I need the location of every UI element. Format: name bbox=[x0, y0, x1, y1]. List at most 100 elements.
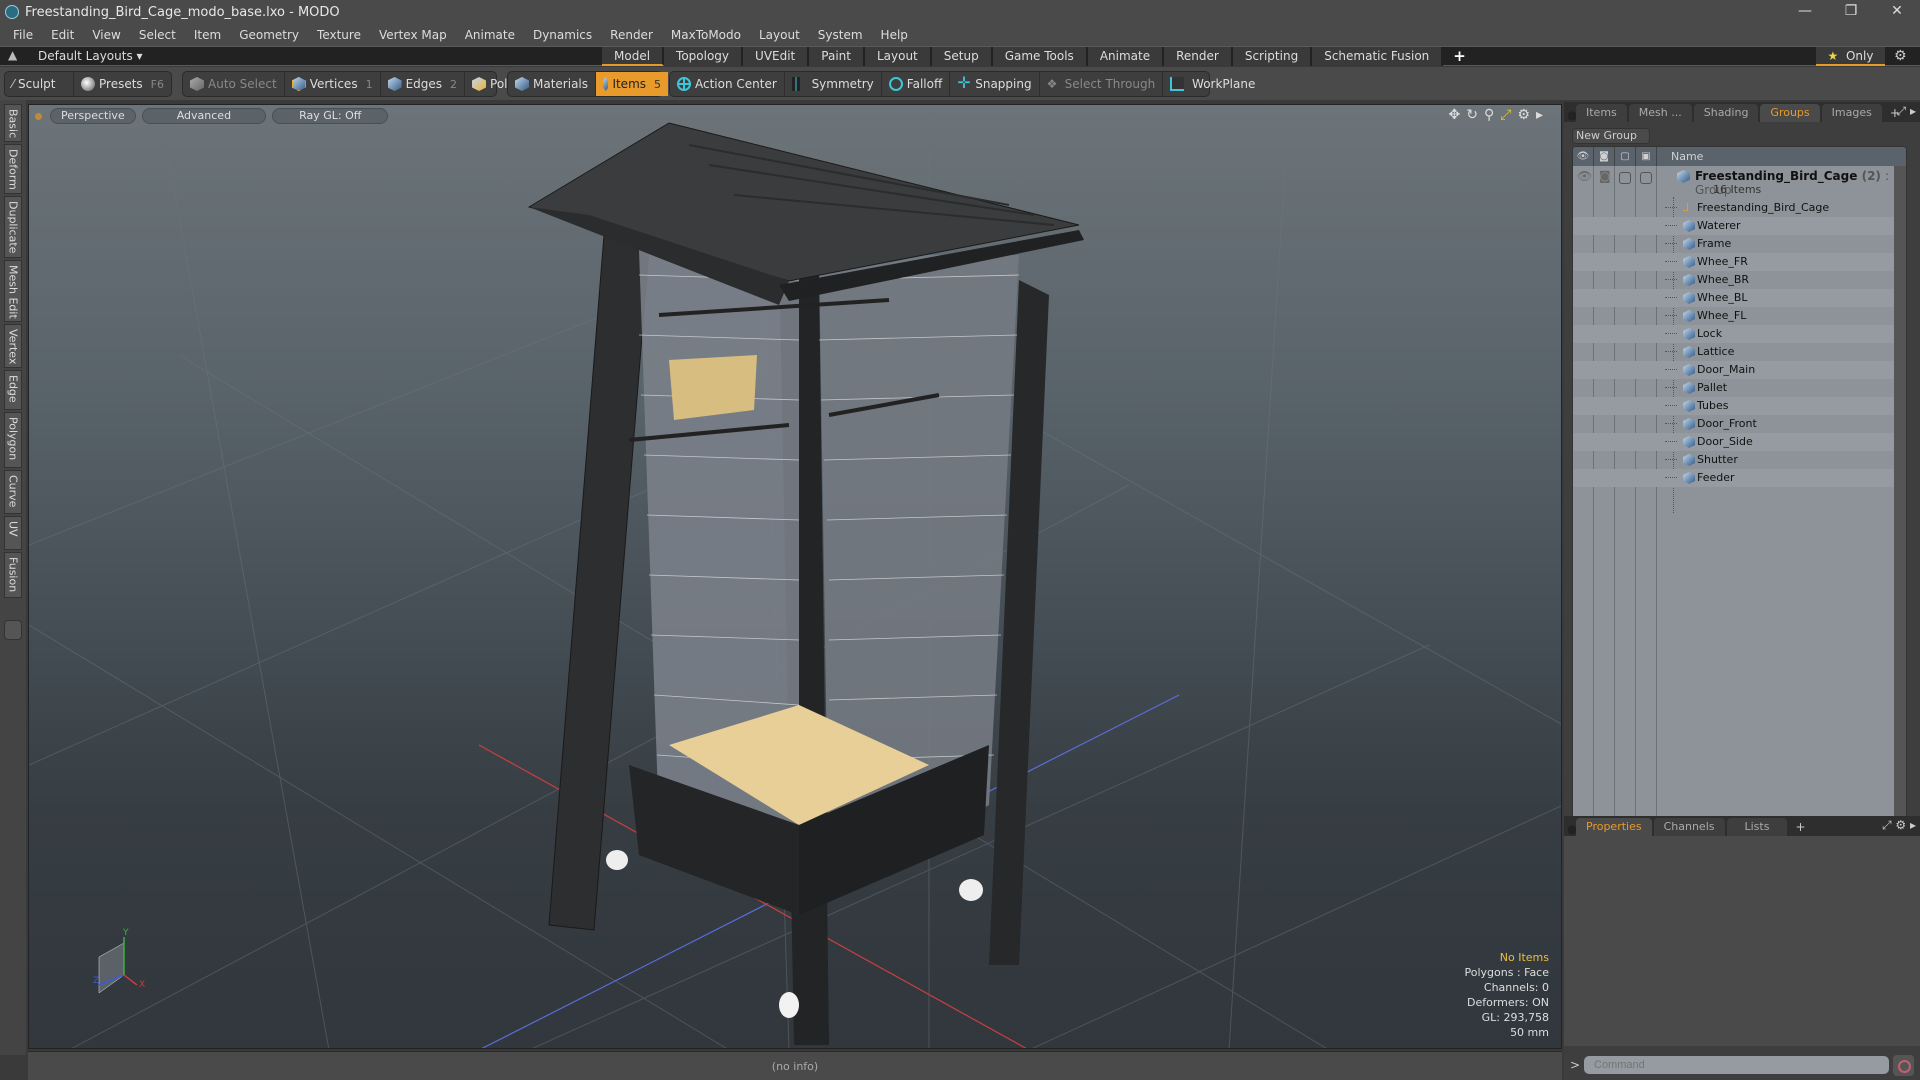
layout-tab-model[interactable]: Model bbox=[602, 47, 665, 66]
collapse-arrow-icon[interactable]: ▲ bbox=[8, 48, 17, 62]
visibility-eye-icon[interactable]: 👁 bbox=[1577, 169, 1592, 183]
workplane-button[interactable]: WorkPlane bbox=[1163, 72, 1262, 96]
expand-panel-icon[interactable]: ⤢ ▸ bbox=[1897, 104, 1916, 119]
viewport-settings-icon[interactable]: ⚙ bbox=[1517, 107, 1530, 123]
menu-file[interactable]: File bbox=[4, 28, 42, 42]
add-layout-tab-button[interactable]: + bbox=[1443, 47, 1476, 66]
maximize-button[interactable]: ❐ bbox=[1828, 0, 1874, 24]
menu-view[interactable]: View bbox=[83, 28, 129, 42]
tab-images[interactable]: Images bbox=[1821, 104, 1882, 122]
menu-dynamics[interactable]: Dynamics bbox=[524, 28, 601, 42]
gear-icon[interactable]: ⚙ bbox=[1894, 47, 1907, 66]
tab-duplicate[interactable]: Duplicate bbox=[4, 196, 22, 258]
raygl-toggle[interactable]: Ray GL: Off bbox=[272, 108, 389, 124]
default-layouts-dropdown[interactable]: Default Layouts ▾ bbox=[38, 49, 143, 63]
group-member[interactable]: Shutter bbox=[1573, 451, 1906, 469]
symmetry-button[interactable]: Symmetry bbox=[785, 72, 882, 96]
sidebar-toggle-button[interactable] bbox=[4, 620, 22, 640]
layout-tab-layout[interactable]: Layout bbox=[864, 47, 932, 66]
tab-edge[interactable]: Edge bbox=[4, 370, 22, 410]
select-through-button[interactable]: ❖ Select Through bbox=[1040, 72, 1164, 96]
menu-layout[interactable]: Layout bbox=[750, 28, 809, 42]
layout-tab-schematic-fusion[interactable]: Schematic Fusion bbox=[1312, 47, 1444, 66]
menu-geometry[interactable]: Geometry bbox=[230, 28, 308, 42]
zoom-icon[interactable]: ⚲ bbox=[1484, 107, 1494, 123]
scene-canvas[interactable]: Y X Z bbox=[29, 105, 1562, 1049]
pan-icon[interactable]: ✥ bbox=[1448, 107, 1460, 123]
layout-tab-setup[interactable]: Setup bbox=[931, 47, 993, 66]
tab-vertex[interactable]: Vertex bbox=[4, 324, 22, 368]
only-button[interactable]: ★ Only bbox=[1816, 47, 1885, 66]
tab-shading[interactable]: Shading bbox=[1693, 104, 1759, 122]
layout-tab-topology[interactable]: Topology bbox=[664, 47, 744, 66]
group-member[interactable]: Whee_BL bbox=[1573, 289, 1906, 307]
menu-item[interactable]: Item bbox=[185, 28, 230, 42]
tab-curve[interactable]: Curve bbox=[4, 470, 22, 514]
menu-maxtomodo[interactable]: MaxToModo bbox=[662, 28, 750, 42]
panel-options-icon[interactable]: ⤢ ⚙ ▸ bbox=[1882, 818, 1916, 833]
tab-basic[interactable]: Basic bbox=[4, 104, 22, 142]
group-member[interactable]: Whee_FR bbox=[1573, 253, 1906, 271]
render-toggle-icon[interactable]: ◙ bbox=[1599, 169, 1611, 183]
groups-tree[interactable]: 👁 ◙ ▢ ▣ Name 👁 ◙ Freestanding_Bird_Cage … bbox=[1572, 146, 1907, 906]
layout-tab-render[interactable]: Render bbox=[1164, 47, 1233, 66]
vertices-button[interactable]: Vertices 1 bbox=[285, 72, 381, 96]
group-member[interactable]: Whee_FL bbox=[1573, 307, 1906, 325]
3d-viewport[interactable]: Y X Z Perspective Advanced Ray GL: Off ✥… bbox=[28, 104, 1562, 1049]
select-col-icon[interactable]: ▣ bbox=[1636, 147, 1657, 166]
tab-uv[interactable]: UV bbox=[4, 516, 22, 550]
menu-texture[interactable]: Texture bbox=[308, 28, 370, 42]
visibility-col-icon[interactable]: 👁 bbox=[1573, 147, 1594, 166]
snapping-button[interactable]: ✛ Snapping bbox=[950, 72, 1040, 96]
menu-help[interactable]: Help bbox=[872, 28, 917, 42]
tab-lists[interactable]: Lists bbox=[1726, 818, 1788, 836]
sculpt-button[interactable]: ⁄ Sculpt bbox=[5, 72, 74, 96]
menu-select[interactable]: Select bbox=[130, 28, 185, 42]
tab-items[interactable]: Items bbox=[1576, 104, 1627, 122]
tab-groups[interactable]: Groups bbox=[1760, 104, 1820, 122]
action-center-button[interactable]: Action Center bbox=[670, 72, 785, 96]
materials-button[interactable]: Materials bbox=[508, 72, 597, 96]
viewport-status-dot[interactable] bbox=[35, 112, 42, 120]
lock-checkbox[interactable] bbox=[1619, 172, 1631, 184]
menu-render[interactable]: Render bbox=[601, 28, 662, 42]
shading-mode-dropdown[interactable]: Advanced bbox=[141, 108, 267, 124]
tab-fusion[interactable]: Fusion bbox=[4, 552, 22, 598]
tab-channels[interactable]: Channels bbox=[1653, 818, 1725, 836]
record-macro-button[interactable] bbox=[1893, 1055, 1914, 1076]
add-tab-button[interactable]: + bbox=[1789, 818, 1811, 836]
group-member[interactable]: Tubes bbox=[1573, 397, 1906, 415]
rotate-icon[interactable]: ↻ bbox=[1466, 107, 1478, 123]
name-column-header[interactable]: Name bbox=[1657, 150, 1703, 163]
layout-tab-game-tools[interactable]: Game Tools bbox=[992, 47, 1088, 66]
group-member[interactable]: Waterer bbox=[1573, 217, 1906, 235]
minimize-button[interactable]: — bbox=[1782, 0, 1828, 24]
group-member[interactable]: Door_Main bbox=[1573, 361, 1906, 379]
tab-polygon[interactable]: Polygon bbox=[4, 412, 22, 468]
layout-tab-scripting[interactable]: Scripting bbox=[1232, 47, 1313, 66]
tab-mesh[interactable]: Mesh ... bbox=[1628, 104, 1692, 122]
lock-col-icon[interactable]: ▢ bbox=[1615, 147, 1636, 166]
items-button[interactable]: Items 5 bbox=[596, 72, 669, 96]
new-group-button[interactable]: New Group bbox=[1572, 128, 1650, 144]
menu-animate[interactable]: Animate bbox=[456, 28, 524, 42]
menu-vertex-map[interactable]: Vertex Map bbox=[370, 28, 456, 42]
auto-select-button[interactable]: Auto Select bbox=[183, 72, 285, 96]
maximize-viewport-icon[interactable]: ⤢ bbox=[1500, 107, 1511, 123]
menu-system[interactable]: System bbox=[809, 28, 872, 42]
group-member[interactable]: Feeder bbox=[1573, 469, 1906, 487]
edges-button[interactable]: Edges 2 bbox=[381, 72, 466, 96]
group-member[interactable]: Door_Side bbox=[1573, 433, 1906, 451]
bird-cage-model[interactable] bbox=[527, 122, 1084, 1045]
command-input[interactable] bbox=[1584, 1056, 1889, 1074]
group-member[interactable]: Door_Front bbox=[1573, 415, 1906, 433]
close-button[interactable]: ✕ bbox=[1874, 0, 1920, 24]
layout-tab-uvedit[interactable]: UVEdit bbox=[743, 47, 810, 66]
group-member[interactable]: Lattice bbox=[1573, 343, 1906, 361]
group-member[interactable]: Pallet bbox=[1573, 379, 1906, 397]
tab-mesh-edit[interactable]: Mesh Edit bbox=[4, 260, 22, 322]
layout-tab-animate[interactable]: Animate bbox=[1087, 47, 1165, 66]
tab-properties[interactable]: Properties bbox=[1576, 818, 1652, 836]
group-member[interactable]: Lock bbox=[1573, 325, 1906, 343]
group-member[interactable]: ⅃ Freestanding_Bird_Cage bbox=[1573, 199, 1906, 217]
